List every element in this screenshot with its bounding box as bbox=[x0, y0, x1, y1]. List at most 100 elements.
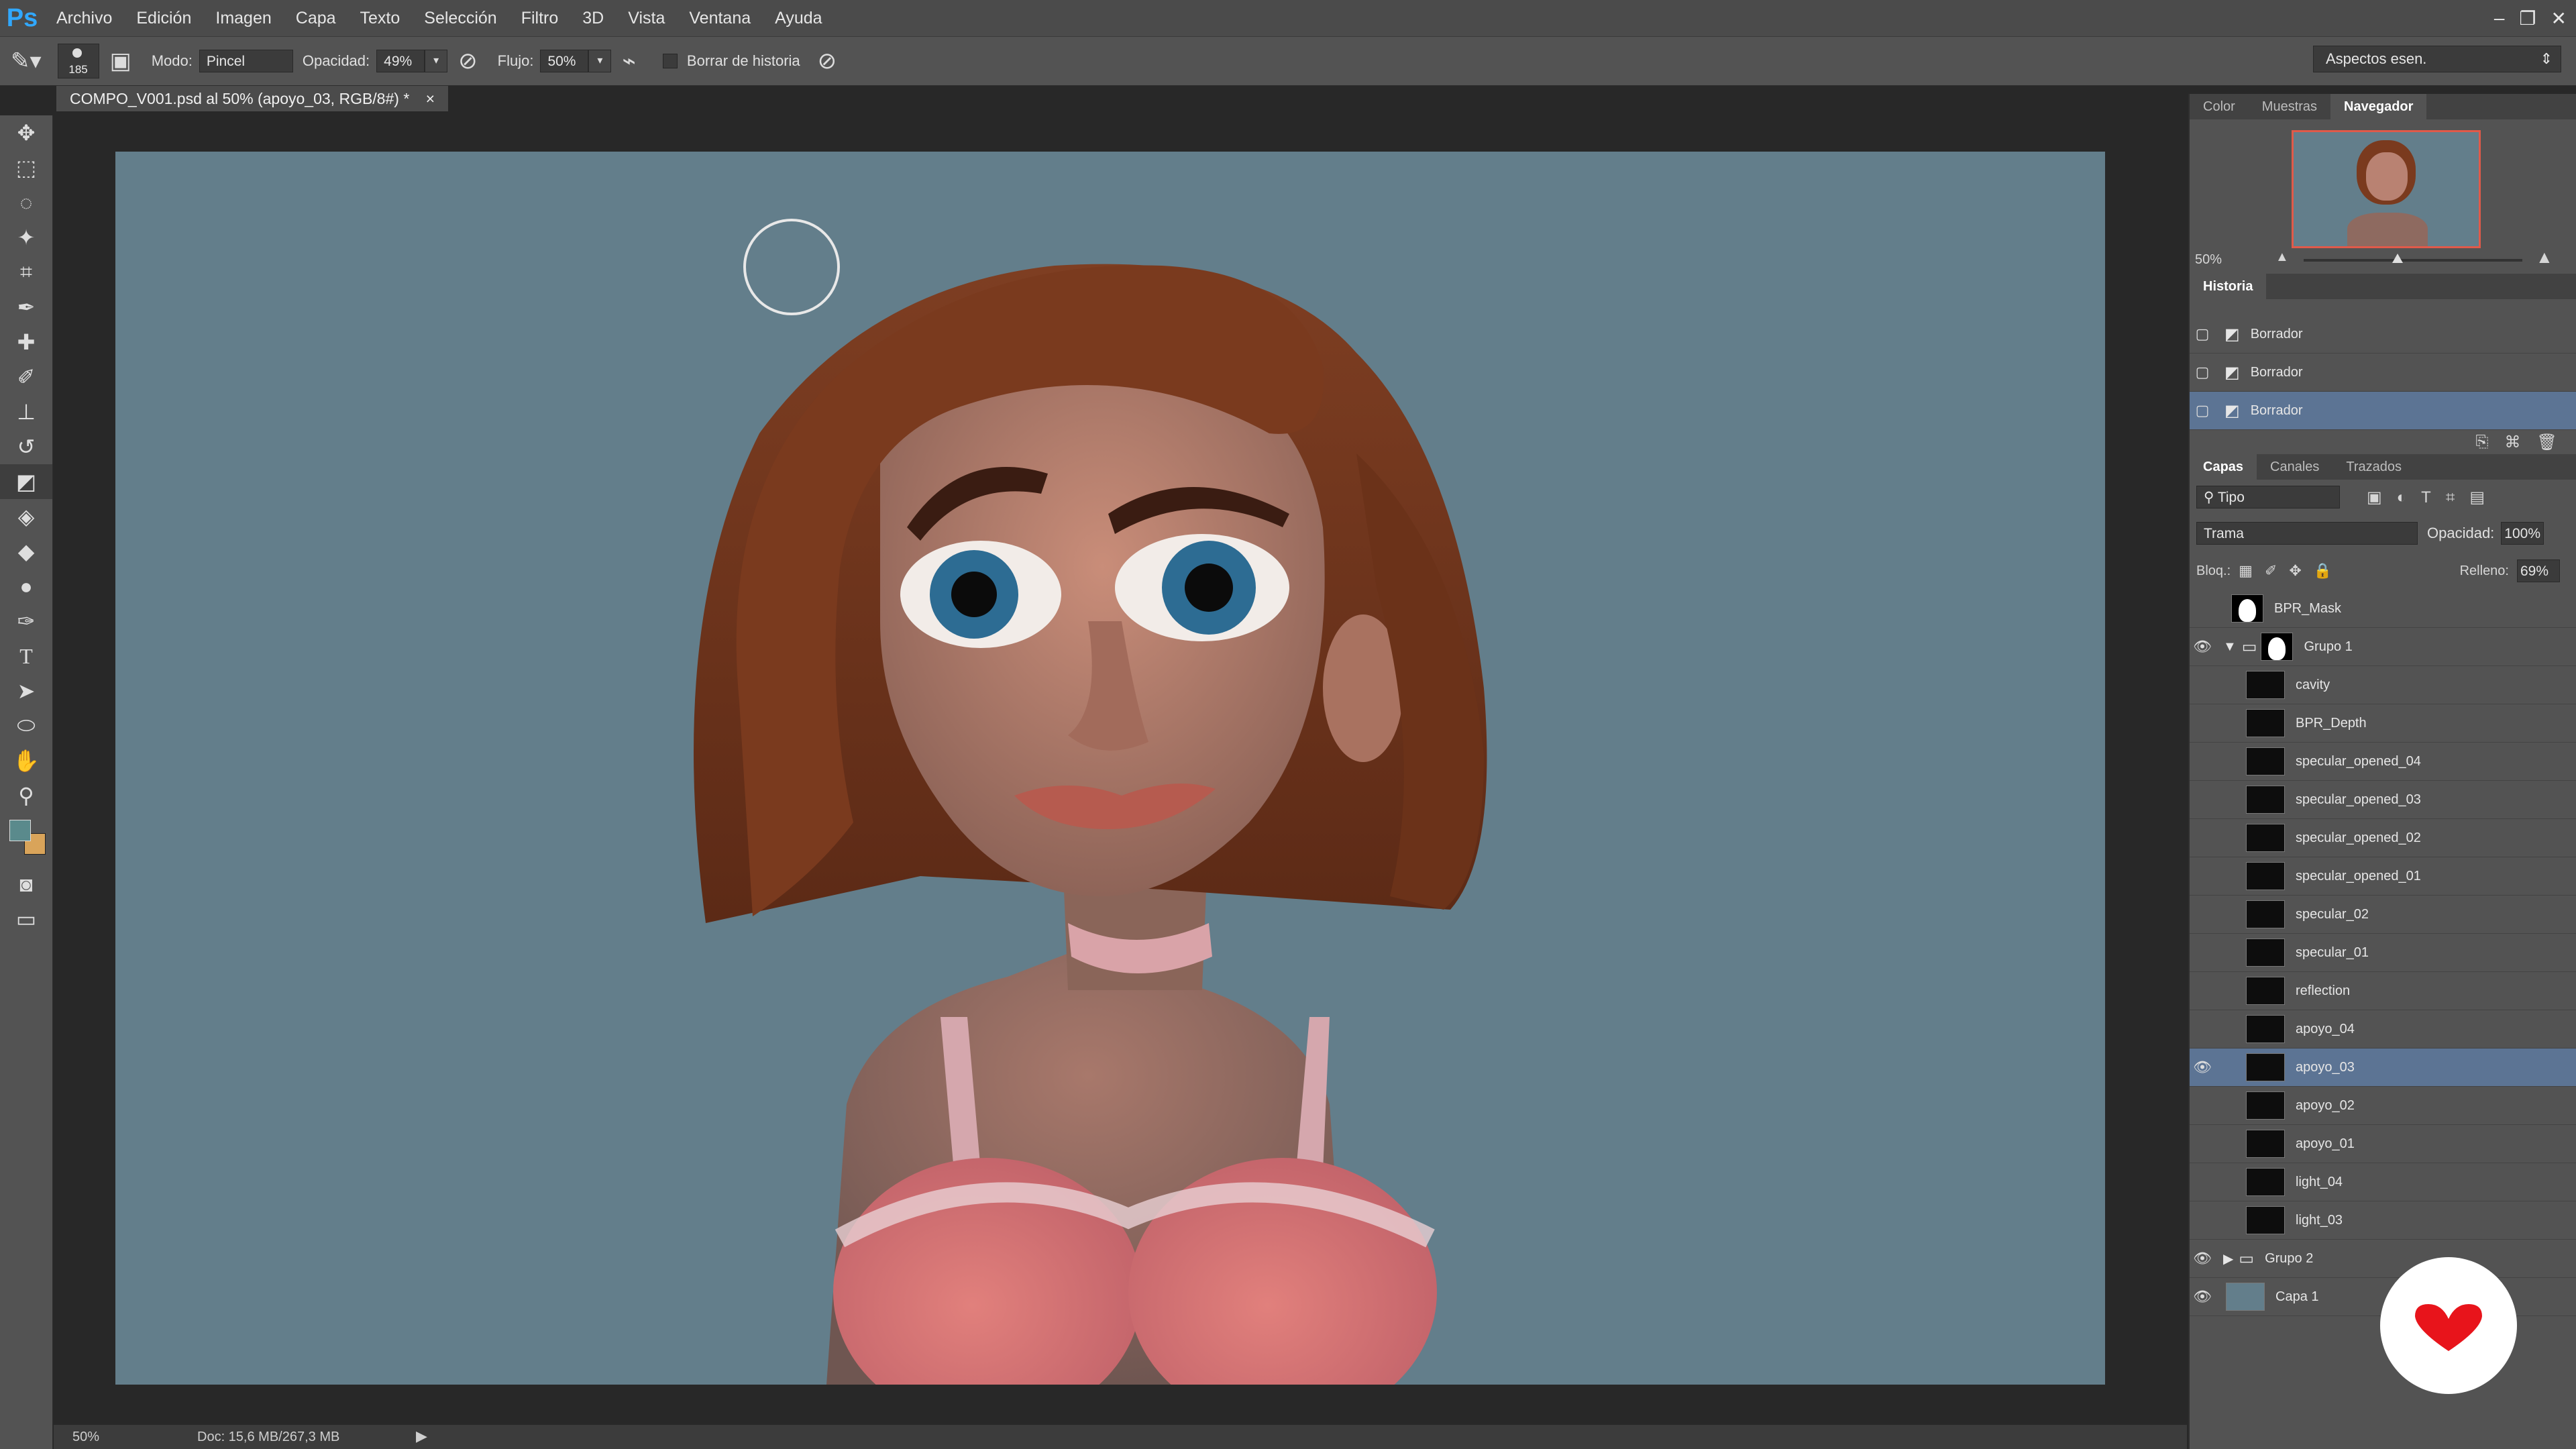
navigator-preview[interactable] bbox=[2292, 130, 2481, 248]
tab-canales[interactable]: Canales bbox=[2257, 454, 2332, 480]
layer-mask-thumbnail[interactable] bbox=[2261, 633, 2294, 661]
layer-row[interactable]: specular_opened_03 bbox=[2190, 781, 2576, 819]
history-checkbox[interactable]: ▢ bbox=[2190, 325, 2215, 343]
layer-row[interactable]: specular_opened_01 bbox=[2190, 857, 2576, 896]
layer-row[interactable]: 👁 ▼ ▭ Grupo 1 bbox=[2190, 628, 2576, 666]
hand-icon[interactable]: ✋ bbox=[0, 743, 52, 778]
brush-icon[interactable]: ✐ bbox=[0, 360, 52, 394]
layer-thumbnail[interactable] bbox=[2246, 900, 2285, 928]
layer-thumbnail[interactable] bbox=[2246, 977, 2285, 1005]
menu-vista[interactable]: Vista bbox=[616, 9, 677, 28]
magic-wand-icon[interactable]: ✦ bbox=[0, 220, 52, 255]
restore-icon[interactable]: ❐ bbox=[2519, 7, 2536, 30]
layer-thumbnail[interactable] bbox=[2246, 938, 2285, 967]
history-item[interactable]: ▢ ◩ Borrador bbox=[2190, 315, 2576, 354]
eyedropper-icon[interactable]: ✒ bbox=[0, 290, 52, 325]
mode-select[interactable]: Pincel bbox=[199, 50, 293, 72]
flow-dropdown-icon[interactable]: ▾ bbox=[588, 50, 612, 72]
pressure-opacity-icon[interactable]: ⊘ bbox=[458, 48, 478, 74]
menu-capa[interactable]: Capa bbox=[284, 9, 348, 28]
layer-thumbnail[interactable] bbox=[2246, 1091, 2285, 1120]
layer-row[interactable]: BPR_Depth bbox=[2190, 704, 2576, 743]
menu-imagen[interactable]: Imagen bbox=[203, 9, 283, 28]
history-brush-icon[interactable]: ↺ bbox=[0, 429, 52, 464]
menu-seleccion[interactable]: Selección bbox=[412, 9, 508, 28]
zoom-icon[interactable]: ⚲ bbox=[0, 778, 52, 813]
document-canvas[interactable] bbox=[115, 152, 2105, 1385]
layer-thumbnail[interactable] bbox=[2231, 594, 2263, 623]
menu-3d[interactable]: 3D bbox=[570, 9, 616, 28]
flow-input[interactable]: 50% bbox=[540, 50, 589, 72]
ellipse-icon[interactable]: ⬭ bbox=[0, 708, 52, 743]
quick-mask-icon[interactable]: ◙ bbox=[0, 867, 52, 902]
layer-row[interactable]: 👁 apoyo_03 bbox=[2190, 1049, 2576, 1087]
menu-ayuda[interactable]: Ayuda bbox=[763, 9, 834, 28]
history-checkbox[interactable]: ▢ bbox=[2190, 402, 2215, 419]
crop-icon[interactable]: ⌗ bbox=[0, 255, 52, 290]
layer-thumbnail[interactable] bbox=[2226, 1283, 2265, 1311]
layer-row[interactable]: apoyo_02 bbox=[2190, 1087, 2576, 1125]
layer-thumbnail[interactable] bbox=[2246, 1015, 2285, 1043]
eraser-preset-icon[interactable]: ✎▾ bbox=[11, 48, 42, 74]
layer-row[interactable]: apoyo_04 bbox=[2190, 1010, 2576, 1049]
eraser-icon[interactable]: ◩ bbox=[0, 464, 52, 499]
type-icon[interactable]: T bbox=[0, 639, 52, 674]
layer-thumbnail[interactable] bbox=[2246, 786, 2285, 814]
layer-row[interactable]: cavity bbox=[2190, 666, 2576, 704]
foreground-color-swatch[interactable] bbox=[9, 820, 31, 841]
move-icon[interactable]: ✥ bbox=[0, 115, 52, 150]
layer-filter-select[interactable]: ⚲ Tipo bbox=[2196, 486, 2340, 508]
tab-navegador[interactable]: Navegador bbox=[2330, 94, 2427, 119]
pressure-size-icon[interactable]: ⊘ bbox=[818, 48, 837, 74]
eye-icon[interactable]: 👁 bbox=[2190, 638, 2215, 655]
menu-archivo[interactable]: Archivo bbox=[44, 9, 124, 28]
lock-icons[interactable]: ▦✐✥🔒 bbox=[2239, 562, 2344, 580]
workspace-select[interactable]: Aspectos esen. ⇕ bbox=[2313, 46, 2561, 72]
status-menu-arrow-icon[interactable]: ▶ bbox=[416, 1428, 427, 1445]
menu-edicion[interactable]: Edición bbox=[124, 9, 203, 28]
layer-thumbnail[interactable] bbox=[2246, 1053, 2285, 1081]
stamp-icon[interactable]: ⊥ bbox=[0, 394, 52, 429]
document-tab[interactable]: COMPO_V001.psd al 50% (apoyo_03, RGB/8#)… bbox=[56, 86, 449, 111]
layer-row[interactable]: specular_02 bbox=[2190, 896, 2576, 934]
trash-icon[interactable]: 🗑 bbox=[2537, 433, 2557, 452]
blend-mode-select[interactable]: Trama bbox=[2196, 522, 2418, 545]
pen-icon[interactable]: ✑ bbox=[0, 604, 52, 639]
minimize-icon[interactable]: ‒ bbox=[2494, 7, 2505, 29]
layer-thumbnail[interactable] bbox=[2246, 671, 2285, 699]
eye-icon[interactable]: 👁 bbox=[2190, 1059, 2215, 1076]
expand-right-icon[interactable]: ▶ bbox=[2223, 1250, 2233, 1267]
zoom-out-icon[interactable]: ▲ bbox=[2275, 250, 2289, 265]
layer-thumbnail[interactable] bbox=[2246, 1130, 2285, 1158]
menu-ventana[interactable]: Ventana bbox=[677, 9, 763, 28]
layer-row[interactable]: light_03 bbox=[2190, 1201, 2576, 1240]
layer-thumbnail[interactable] bbox=[2246, 1206, 2285, 1234]
tab-color[interactable]: Color bbox=[2190, 94, 2249, 119]
opacity-input[interactable]: 49% bbox=[376, 50, 425, 72]
close-icon[interactable]: ✕ bbox=[2551, 7, 2567, 30]
snapshot-icon[interactable]: ⌘ bbox=[2505, 433, 2521, 452]
bucket-icon[interactable]: ◈ bbox=[0, 499, 52, 534]
tab-muestras[interactable]: Muestras bbox=[2249, 94, 2330, 119]
history-item-current[interactable]: ▢ ◩ Borrador bbox=[2190, 392, 2576, 430]
zoom-slider[interactable] bbox=[2304, 259, 2522, 262]
history-item[interactable]: ▢ ◩ Borrador bbox=[2190, 354, 2576, 392]
layer-row[interactable]: apoyo_01 bbox=[2190, 1125, 2576, 1163]
menu-texto[interactable]: Texto bbox=[348, 9, 413, 28]
zoom-slider-handle[interactable] bbox=[2392, 254, 2403, 263]
eye-icon[interactable]: 👁 bbox=[2190, 1288, 2215, 1305]
path-select-icon[interactable]: ➤ bbox=[0, 674, 52, 708]
layer-opacity-input[interactable]: 100% bbox=[2501, 522, 2544, 545]
screen-mode-icon[interactable]: ▭ bbox=[0, 902, 52, 936]
opacity-dropdown-icon[interactable]: ▾ bbox=[425, 50, 448, 72]
layer-row[interactable]: specular_opened_04 bbox=[2190, 743, 2576, 781]
layer-thumbnail[interactable] bbox=[2246, 824, 2285, 852]
dodge-icon[interactable]: ● bbox=[0, 569, 52, 604]
lasso-icon[interactable]: ◌ bbox=[0, 185, 52, 220]
filter-icons[interactable]: ▣◐T⌗▤ bbox=[2367, 488, 2500, 507]
tab-historia[interactable]: Historia bbox=[2190, 274, 2267, 299]
navigator-zoom[interactable]: 50% bbox=[2195, 252, 2222, 268]
fill-input[interactable]: 69% bbox=[2517, 559, 2560, 582]
layer-row[interactable]: BPR_Mask bbox=[2190, 590, 2576, 628]
layer-thumbnail[interactable] bbox=[2246, 862, 2285, 890]
